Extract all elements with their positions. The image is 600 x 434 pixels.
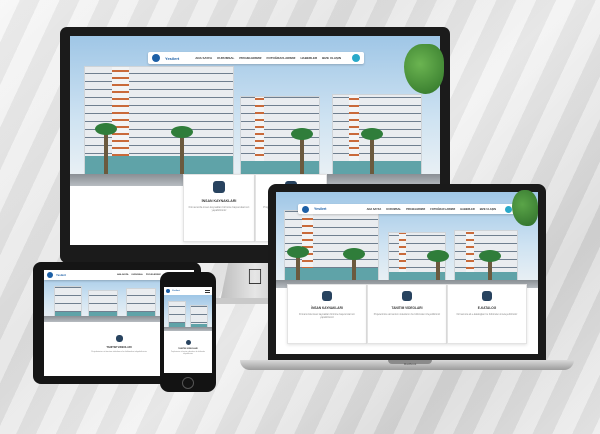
palm-tree — [479, 250, 501, 282]
card-text: Projelerimize ait tanıtım videolarını bu… — [373, 313, 441, 316]
palm-tree — [95, 123, 117, 176]
nav-item-home[interactable]: ANA SAYFA — [367, 208, 382, 211]
users-icon — [213, 181, 225, 193]
apple-logo-icon:  — [242, 264, 268, 290]
nav-item-corporate[interactable]: KURUMSAL — [217, 56, 234, 60]
menu-icon[interactable] — [205, 289, 210, 293]
navbar: Yesilert — [164, 287, 212, 295]
card-text: Firmamızda insan kaynakları birimine baş… — [188, 206, 250, 213]
hero-building — [190, 305, 208, 329]
home-button[interactable] — [182, 377, 194, 389]
card-text: Projelerimize ait tanıtım videolarını bu… — [170, 352, 206, 355]
nav-item-corporate[interactable]: KURUMSAL — [131, 274, 142, 276]
feature-card[interactable]: E-KATALOG Firmamıza ait e-katalogları bu… — [447, 284, 527, 344]
hero-building — [126, 288, 156, 318]
feature-card[interactable]: TANITIM VIDEOLARI Projelerimize ait tanı… — [84, 330, 154, 370]
nav-item-contact[interactable]: BIZE ULAŞIN — [480, 208, 496, 211]
nav-item-projects[interactable]: PROJELERIMIZ — [406, 208, 425, 211]
navbar: Yesilert ANA SAYFA KURUMSAL PROJELERIMIZ… — [298, 204, 516, 214]
card-title: E-KATALOG — [477, 306, 497, 310]
hero-building — [88, 290, 118, 318]
palm-tree — [361, 128, 383, 176]
camera-icon — [185, 340, 191, 345]
palm-tree — [343, 248, 365, 282]
feature-card[interactable]: TANITIM VIDEOLARI Projelerimize ait tanı… — [166, 337, 210, 369]
plant-decoration — [512, 190, 538, 226]
nav-item-corporate[interactable]: KURUMSAL — [386, 208, 401, 211]
logo-icon[interactable] — [166, 289, 170, 293]
nav-item-photos[interactable]: FOTOĞRAFLARIMIZ — [267, 56, 296, 60]
logo-text[interactable]: Yesilert — [314, 207, 326, 211]
card-text: Firmamıza ait e-katalogları bu bölümden … — [456, 313, 518, 316]
catalog-icon — [482, 291, 492, 301]
navbar: Yesilert ANA SAYFA KURUMSAL PROJELERIMIZ… — [148, 52, 364, 64]
card-title: TANITIM VIDEOLARI — [106, 346, 132, 349]
card-title: İNSAN KAYNAKLARI — [311, 306, 343, 310]
nav-item-home[interactable]: ANA SAYFA — [195, 56, 212, 60]
nav-item-projects[interactable]: PROJELERIMIZ — [146, 274, 161, 276]
nav-item-photos[interactable]: FOTOĞRAFLARIMIZ — [430, 208, 455, 211]
card-title: TANITIM VIDEOLARI — [178, 348, 198, 350]
palm-tree — [427, 250, 449, 282]
palm-tree — [287, 246, 309, 282]
logo-icon[interactable] — [47, 272, 53, 278]
nav-item-home[interactable]: ANA SAYFA — [117, 274, 128, 276]
palm-tree — [171, 126, 193, 176]
logo-text[interactable]: Yesilert — [56, 273, 66, 277]
plant-decoration — [404, 44, 444, 94]
logo-text[interactable]: Yesilert — [165, 56, 179, 61]
hero-building — [168, 301, 186, 329]
website-mobile: Yesilert TANITIM VIDEOLARI Projelerimize… — [164, 287, 212, 373]
card-title: TANITIM VIDEOLARI — [391, 306, 423, 310]
logo-icon[interactable] — [152, 54, 160, 62]
feature-card[interactable]: İNSAN KAYNAKLARI Firmamızda insan kaynak… — [183, 174, 255, 242]
users-icon — [322, 291, 332, 301]
card-text: Projelerimize ait tanıtım videolarını bu… — [91, 351, 147, 353]
feature-card[interactable]: İNSAN KAYNAKLARI Firmamızda insan kaynak… — [287, 284, 367, 344]
feature-cards: İNSAN KAYNAKLARI Firmamızda insan kaynak… — [276, 284, 538, 344]
search-icon[interactable] — [505, 205, 512, 213]
feature-card[interactable]: TANITIM VIDEOLARI Projelerimize ait tanı… — [367, 284, 447, 344]
website-laptop: Yesilert ANA SAYFA KURUMSAL PROJELERIMIZ… — [276, 192, 538, 354]
iphone-screen: Yesilert TANITIM VIDEOLARI Projelerimize… — [164, 287, 212, 373]
nav-item-news[interactable]: HABERLER — [460, 208, 474, 211]
hero-building — [54, 286, 82, 318]
camera-icon — [115, 335, 123, 342]
hero-street — [164, 327, 212, 331]
feature-cards: TANITIM VIDEOLARI Projelerimize ait tanı… — [164, 337, 212, 369]
card-text: Firmamızda insan kaynakları birimine baş… — [299, 313, 355, 319]
card-title: İNSAN KAYNAKLARI — [201, 199, 237, 203]
macbook-label: MacBook — [403, 362, 417, 366]
palm-tree — [291, 128, 313, 176]
nav-item-news[interactable]: HABERLER — [300, 56, 317, 60]
nav-item-projects[interactable]: PROJELERIMIZ — [239, 56, 261, 60]
camera-icon — [402, 291, 412, 301]
logo-text[interactable]: Yesilert — [172, 290, 180, 292]
macbook-screen: Yesilert ANA SAYFA KURUMSAL PROJELERIMIZ… — [276, 192, 538, 354]
nav-item-contact[interactable]: BIZE ULAŞIN — [322, 56, 341, 60]
logo-icon[interactable] — [302, 205, 309, 213]
search-icon[interactable] — [352, 54, 360, 62]
